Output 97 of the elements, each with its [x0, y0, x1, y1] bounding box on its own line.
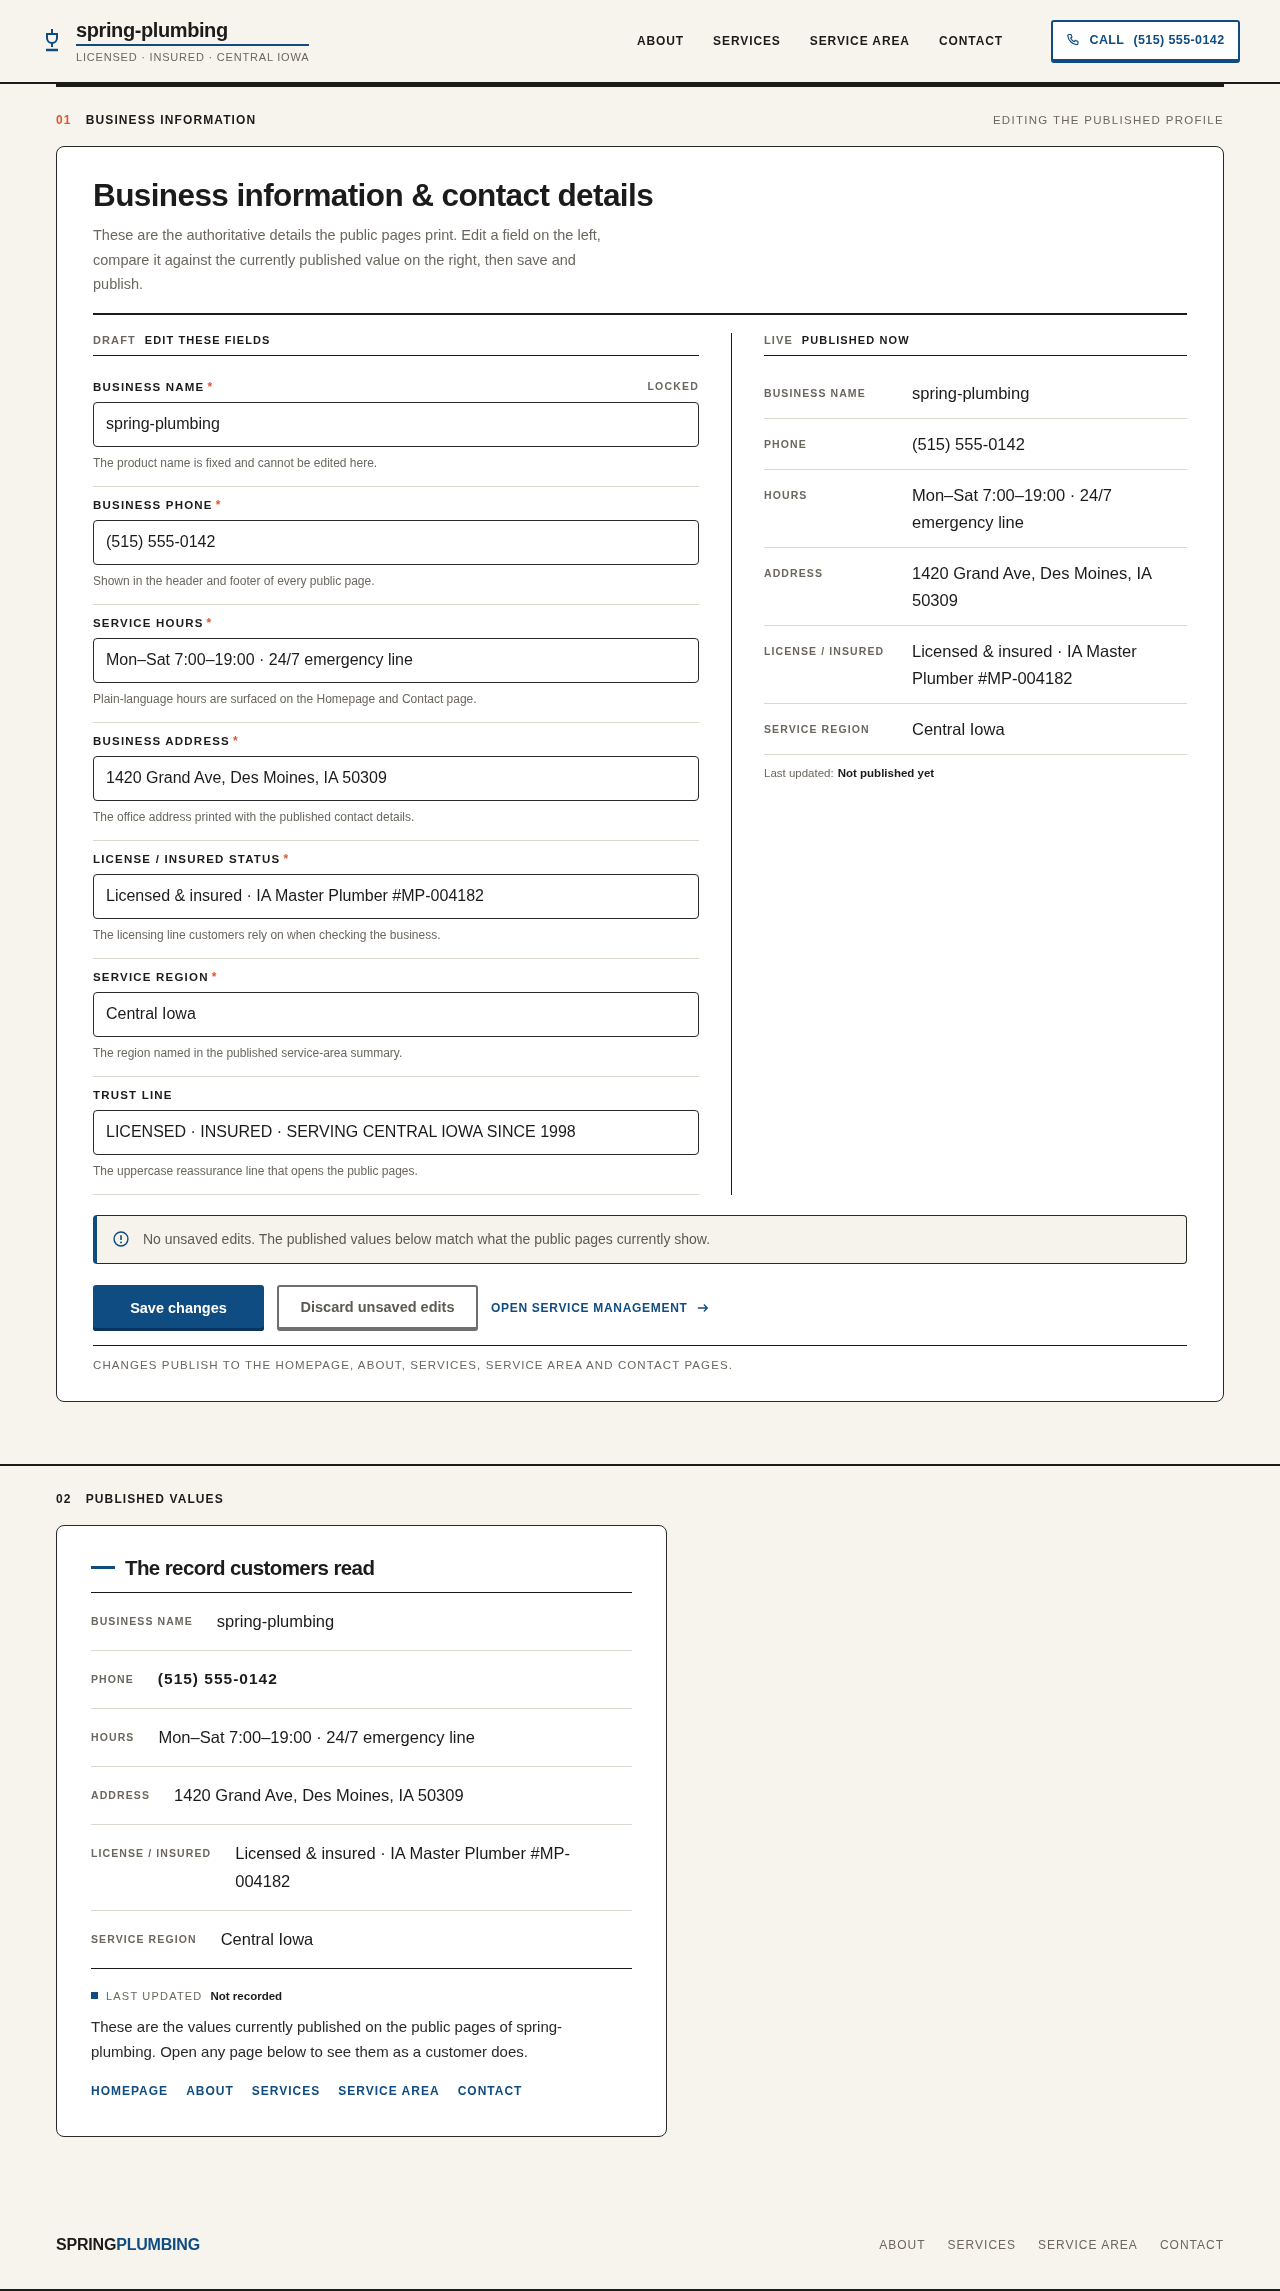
- service-management-link[interactable]: OPEN SERVICE MANAGEMENT: [491, 1300, 709, 1315]
- column-heading: EDIT THESE FIELDS: [144, 332, 271, 347]
- last-updated-value: Not published yet: [837, 766, 935, 779]
- required-marker: *: [283, 851, 289, 866]
- published-value: spring-plumbing: [912, 382, 1031, 404]
- field-label: BUSINESS NAME: [93, 380, 205, 393]
- published-value: (515) 555-0142: [912, 433, 1026, 455]
- footer-link[interactable]: ABOUT: [879, 2238, 926, 2252]
- record-value: 1420 Grand Ave, Des Moines, IA 50309: [174, 1784, 464, 1806]
- locked-label: LOCKED: [647, 379, 699, 394]
- page-link[interactable]: SERVICE AREA: [338, 2083, 440, 2098]
- field-label: LICENSE / INSURED STATUS: [93, 852, 281, 865]
- last-updated-label: LAST UPDATED: [106, 1988, 203, 2004]
- published-label: HOURS: [764, 487, 809, 503]
- footer-logo[interactable]: SPRINGPLUMBING: [56, 2236, 200, 2254]
- published-label: LICENSE / INSURED: [764, 643, 886, 659]
- page-link[interactable]: SERVICES: [251, 2083, 321, 2098]
- field-label: BUSINESS ADDRESS: [93, 734, 230, 747]
- nav-link[interactable]: ABOUT: [636, 34, 685, 48]
- text-input[interactable]: LICENSED · INSURED · SERVING CENTRAL IOWA SINCE 1998: [93, 1109, 699, 1155]
- record-label: LICENSE / INSURED: [91, 1845, 212, 1861]
- required-marker: *: [211, 969, 217, 984]
- page-link[interactable]: HOMEPAGE: [91, 2083, 169, 2098]
- phone-icon: [1066, 33, 1081, 47]
- published-label: ADDRESS: [764, 565, 825, 581]
- field-label: SERVICE REGION: [93, 970, 209, 983]
- text-input[interactable]: 1420 Grand Ave, Des Moines, IA 50309: [93, 755, 699, 801]
- field-help: Plain-language hours are surfaced on the Homepage and Contact page.: [93, 690, 478, 707]
- published-value: Central Iowa: [912, 718, 1006, 740]
- save-button[interactable]: Save changes: [93, 1284, 264, 1331]
- brand-name: spring-plumbing: [76, 18, 228, 42]
- record-label: PHONE: [91, 1671, 134, 1687]
- field-label: SERVICE HOURS: [93, 616, 204, 629]
- editor-title: Business information & contact details: [93, 177, 655, 213]
- record-value: Mon–Sat 7:00–19:00 · 24/7 emergency line: [158, 1726, 475, 1748]
- section-note: EDITING THE PUBLISHED PROFILE: [992, 113, 1224, 128]
- text-input[interactable]: Central Iowa: [93, 991, 699, 1037]
- record-title: The record customers read: [125, 1554, 375, 1581]
- record-label: BUSINESS NAME: [91, 1613, 193, 1629]
- call-button[interactable]: CALL (515) 555-0142: [1051, 19, 1240, 63]
- field-label: BUSINESS PHONE: [93, 498, 213, 511]
- record-label: HOURS: [91, 1729, 135, 1745]
- discard-button[interactable]: Discard unsaved edits: [277, 1284, 478, 1331]
- last-updated-label: Last updated:: [764, 766, 834, 779]
- field-help: The product name is fixed and cannot be edited here.: [93, 454, 379, 471]
- text-input[interactable]: spring-plumbing: [93, 401, 699, 447]
- record-value: (515) 555-0142: [157, 1668, 278, 1689]
- column-heading: PUBLISHED NOW: [801, 332, 910, 347]
- notice-text: No unsaved edits. The published values below match what the public pages currently show.: [143, 1231, 711, 1247]
- publish-footnote: CHANGES PUBLISH TO THE HOMEPAGE, ABOUT, SERVICES, SERVICE AREA AND CONTACT PAGES.: [93, 1357, 734, 1373]
- record-description: These are the values currently published on the public pages of spring-plumbing. Open any page below to see them as a customer does.: [91, 2016, 564, 2062]
- required-marker: *: [233, 733, 238, 748]
- record-label: SERVICE REGION: [91, 1931, 197, 1947]
- published-value: Mon–Sat 7:00–19:00 · 24/7 emergency line: [912, 484, 1113, 533]
- text-input[interactable]: (515) 555-0142: [93, 519, 699, 565]
- arrow-right-icon: [696, 1301, 709, 1314]
- nav-link[interactable]: SERVICE AREA: [809, 34, 910, 48]
- record-value: spring-plumbing: [216, 1610, 335, 1632]
- text-input[interactable]: Mon–Sat 7:00–19:00 · 24/7 emergency line: [93, 637, 699, 683]
- published-label: PHONE: [764, 436, 808, 452]
- page-link[interactable]: ABOUT: [186, 2083, 234, 2098]
- published-label: SERVICE REGION: [764, 721, 871, 737]
- record-value: Central Iowa: [220, 1928, 314, 1950]
- field-help: The licensing line customers rely on when checking the business.: [93, 926, 442, 943]
- required-marker: *: [207, 379, 213, 394]
- footer-link[interactable]: CONTACT: [1159, 2238, 1224, 2252]
- column-tag: DRAFT: [93, 332, 136, 347]
- record-value: Licensed & insured · IA Master Plumber #MP-004182: [235, 1842, 571, 1892]
- published-label: BUSINESS NAME: [764, 385, 867, 401]
- footer-link[interactable]: SERVICES: [947, 2238, 1017, 2252]
- page-link[interactable]: CONTACT: [457, 2083, 523, 2098]
- last-updated-value: Not recorded: [210, 1988, 283, 2004]
- dash-icon: [91, 1566, 115, 1569]
- editor-description: These are the authoritative details the public pages print. Edit a field on the left, compare it against the currently published value on the right, then save and publish.: [93, 226, 602, 294]
- field-label: TRUST LINE: [93, 1088, 173, 1101]
- required-marker: *: [206, 615, 212, 630]
- brand-tagline: LICENSED · INSURED · CENTRAL IOWA: [76, 50, 310, 64]
- field-help: The office address printed with the published contact details.: [93, 808, 416, 825]
- published-value: 1420 Grand Ave, Des Moines, IA 50309: [912, 562, 1153, 611]
- square-bullet-icon: [91, 1992, 98, 1999]
- section-number: 01: [56, 112, 72, 128]
- column-tag: LIVE: [764, 332, 793, 347]
- footer-link[interactable]: SERVICE AREA: [1038, 2238, 1138, 2252]
- published-value: Licensed & insured · IA Master Plumber #MP-004182: [912, 640, 1138, 689]
- field-help: The region named in the published service-area summary.: [93, 1044, 404, 1061]
- info-icon: [113, 1231, 129, 1247]
- section-title: PUBLISHED VALUES: [85, 1490, 224, 1507]
- text-input[interactable]: Licensed & insured · IA Master Plumber #MP-004182: [93, 873, 699, 919]
- section-number: 02: [56, 1490, 72, 1507]
- tap-icon: [44, 28, 60, 52]
- required-marker: *: [215, 497, 221, 512]
- nav-link[interactable]: SERVICES: [713, 34, 781, 48]
- section-title: BUSINESS INFORMATION: [85, 112, 257, 128]
- field-help: Shown in the header and footer of every public page.: [93, 572, 376, 589]
- record-label: ADDRESS: [91, 1787, 151, 1803]
- field-help: The uppercase reassurance line that opens the public pages.: [93, 1162, 419, 1179]
- nav-link[interactable]: CONTACT: [938, 34, 1003, 48]
